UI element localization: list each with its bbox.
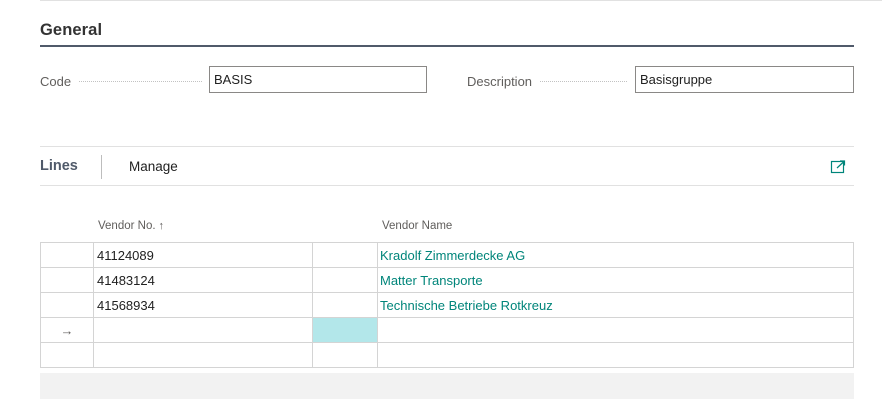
lines-top-divider bbox=[40, 146, 854, 147]
table-row[interactable]: 41568934 Technische Betriebe Rotkreuz bbox=[40, 292, 854, 318]
lines-section-title[interactable]: Lines bbox=[40, 158, 78, 174]
empty-cell[interactable] bbox=[312, 267, 378, 293]
empty-cell[interactable] bbox=[312, 242, 378, 268]
vendor-no-cell[interactable]: 41124089 bbox=[93, 242, 313, 268]
row-indicator-cell[interactable] bbox=[40, 292, 94, 318]
lines-grid: 41124089 Kradolf Zimmerdecke AG 41483124… bbox=[40, 242, 854, 368]
manage-button[interactable]: Manage bbox=[129, 159, 178, 174]
sort-ascending-icon: ↑ bbox=[158, 220, 165, 232]
vendor-name-cell[interactable]: Matter Transporte bbox=[377, 267, 854, 293]
empty-cell[interactable] bbox=[312, 292, 378, 318]
vendor-name-link[interactable]: Technische Betriebe Rotkreuz bbox=[380, 298, 553, 313]
general-section-title[interactable]: General bbox=[40, 21, 102, 40]
table-row[interactable]: 41124089 Kradolf Zimmerdecke AG bbox=[40, 242, 854, 268]
code-field[interactable] bbox=[209, 66, 427, 93]
vendor-no-column-header[interactable]: Vendor No. ↑ bbox=[98, 220, 164, 232]
vendor-name-cell[interactable]: Kradolf Zimmerdecke AG bbox=[377, 242, 854, 268]
new-row-arrow-icon[interactable]: → bbox=[40, 317, 94, 343]
vendor-name-cell[interactable] bbox=[377, 317, 854, 343]
description-label-text: Description bbox=[467, 73, 533, 89]
active-cell[interactable] bbox=[312, 317, 378, 343]
top-divider bbox=[40, 0, 882, 1]
vendor-no-cell[interactable]: 41483124 bbox=[93, 267, 313, 293]
vendor-no-cell[interactable] bbox=[93, 342, 313, 368]
row-indicator-cell[interactable] bbox=[40, 242, 94, 268]
vendor-no-header-label: Vendor No. bbox=[98, 220, 156, 232]
new-table-row[interactable]: → bbox=[40, 317, 854, 343]
table-row[interactable]: 41483124 Matter Transporte bbox=[40, 267, 854, 293]
vendor-name-link[interactable]: Matter Transporte bbox=[380, 273, 483, 288]
vendor-name-link[interactable]: Kradolf Zimmerdecke AG bbox=[380, 248, 525, 263]
vendor-name-cell[interactable] bbox=[377, 342, 854, 368]
description-field[interactable] bbox=[635, 66, 854, 93]
description-label-leader bbox=[540, 72, 627, 82]
lines-action-separator bbox=[101, 155, 102, 179]
row-indicator-cell[interactable] bbox=[40, 342, 94, 368]
description-label: Description bbox=[467, 72, 633, 90]
row-indicator-cell[interactable] bbox=[40, 267, 94, 293]
vendor-no-cell[interactable]: 41568934 bbox=[93, 292, 313, 318]
table-row[interactable] bbox=[40, 342, 854, 368]
lines-bottom-divider bbox=[40, 185, 854, 186]
empty-cell[interactable] bbox=[312, 342, 378, 368]
grid-footer-band bbox=[40, 373, 854, 399]
code-label-text: Code bbox=[40, 73, 72, 89]
vendor-name-cell[interactable]: Technische Betriebe Rotkreuz bbox=[377, 292, 854, 318]
vendor-name-column-header[interactable]: Vendor Name bbox=[382, 220, 452, 232]
open-in-new-window-icon[interactable] bbox=[830, 159, 846, 175]
code-label-leader bbox=[79, 72, 202, 82]
vendor-no-cell[interactable] bbox=[93, 317, 313, 343]
general-section-rule bbox=[40, 45, 854, 47]
code-label: Code bbox=[40, 72, 208, 90]
